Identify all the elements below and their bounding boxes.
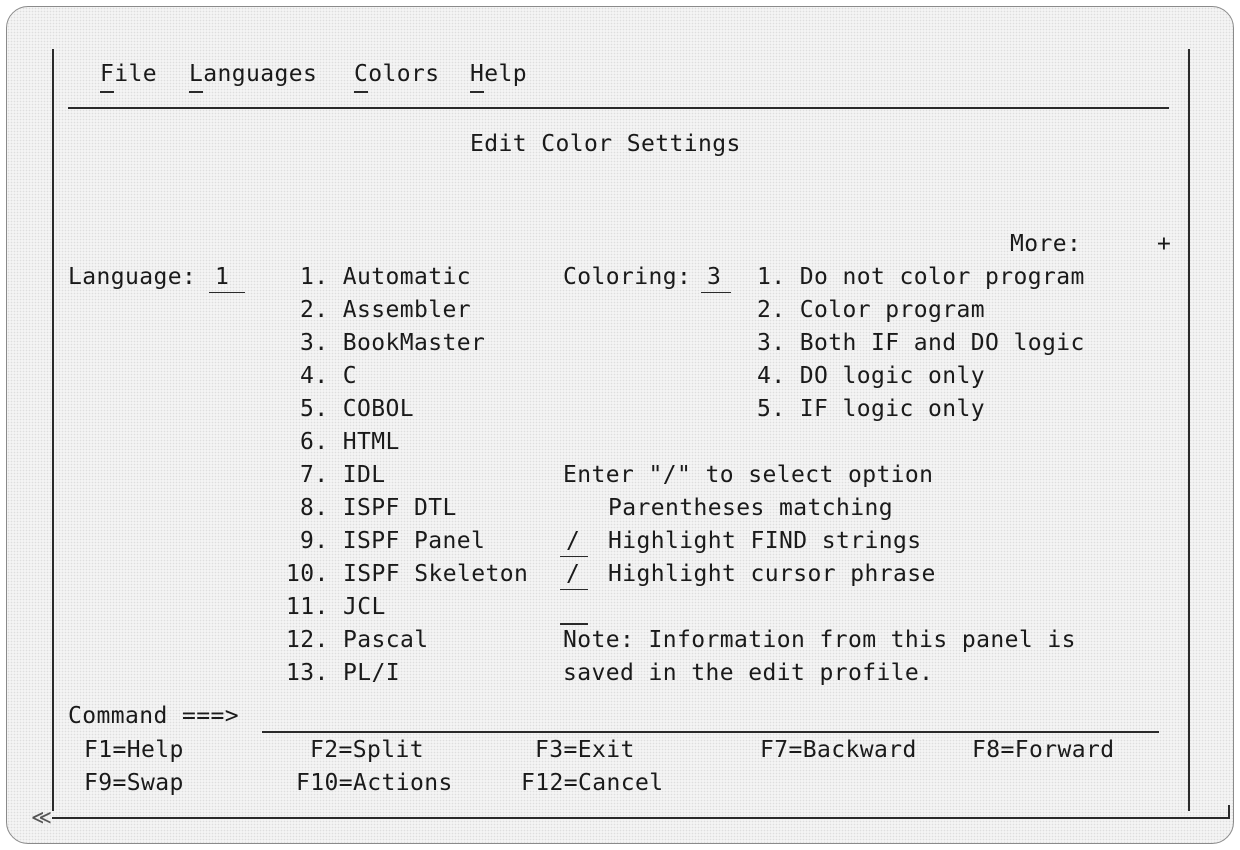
f10-actions-key[interactable]: F10=Actions [296,768,453,798]
coloring-option: 5. IF logic only [757,396,985,422]
panel-title: Edit Color Settings [470,131,741,157]
f3-exit-key[interactable]: F3=Exit [535,735,635,765]
coloring-option: 2. Color program [757,297,985,323]
menu-help[interactable]: Help [470,59,527,89]
f1-help-key[interactable]: F1=Help [84,735,184,765]
language-option: 4. C [300,363,357,389]
language-option: 3. BookMaster [300,330,486,356]
note-line-2: saved in the edit profile. [563,660,934,686]
language-option: 12. Pascal [286,627,429,653]
language-option: 10. ISPF Skeleton [286,561,529,587]
command-label: Command ===> [68,703,239,729]
coloring-input[interactable]: 3 [701,262,731,293]
command-input-underline [262,731,1159,733]
language-option: 7. IDL [300,462,386,488]
more-label: More: [1010,231,1082,257]
highlight-find-label: Highlight FIND strings [608,528,922,554]
parentheses-matching-checkbox[interactable] [560,493,588,524]
menu-languages-underline [189,91,203,93]
f9-swap-key[interactable]: F9=Swap [84,768,184,798]
menu-file-underline [100,91,114,93]
language-option: 11. JCL [286,594,386,620]
more-indicator[interactable]: + [1157,229,1171,259]
language-option: 2. Assembler [300,297,471,323]
language-option: 1. Automatic [300,264,471,290]
command-input[interactable] [266,701,1156,731]
highlight-cursor-checkbox[interactable]: / [560,559,588,590]
language-option: 5. COBOL [300,396,414,422]
language-option: 13. PL/I [286,660,400,686]
menu-colors[interactable]: Colors [354,59,439,89]
coloring-option: 3. Both IF and DO logic [757,330,1085,356]
highlight-cursor-label: Highlight cursor phrase [608,561,936,587]
f8-forward-key[interactable]: F8=Forward [972,735,1114,765]
menu-help-underline [470,91,484,93]
panel-left-border [52,49,54,811]
coloring-option: 4. DO logic only [757,363,985,389]
action-bar-divider [68,107,1169,109]
menu-file-label[interactable]: File [100,59,157,89]
note-line-1: Note: Information from this panel is [563,627,1076,653]
scrollbar-end-tick [1228,805,1230,818]
select-prompt: Enter "/" to select option [563,462,934,488]
language-option: 6. HTML [300,429,400,455]
language-option: 9. ISPF Panel [300,528,486,554]
f12-cancel-key[interactable]: F12=Cancel [521,768,663,798]
menu-colors-underline [354,91,368,93]
f7-backward-key[interactable]: F7=Backward [760,735,917,765]
horizontal-scrollbar-track[interactable] [52,817,1230,819]
language-label: Language: [68,264,197,290]
coloring-option: 1. Do not color program [757,264,1085,290]
f2-split-key[interactable]: F2=Split [310,735,424,765]
panel-right-border [1188,49,1190,811]
language-input[interactable]: 1 [209,262,245,293]
scroll-left-icon[interactable]: ≪ [31,807,52,827]
parentheses-matching-label: Parentheses matching [608,495,893,521]
language-option: 8. ISPF DTL [300,495,457,521]
highlight-find-checkbox[interactable]: / [560,526,588,557]
menu-languages[interactable]: Languages [189,59,317,89]
coloring-label: Coloring: [563,264,692,290]
